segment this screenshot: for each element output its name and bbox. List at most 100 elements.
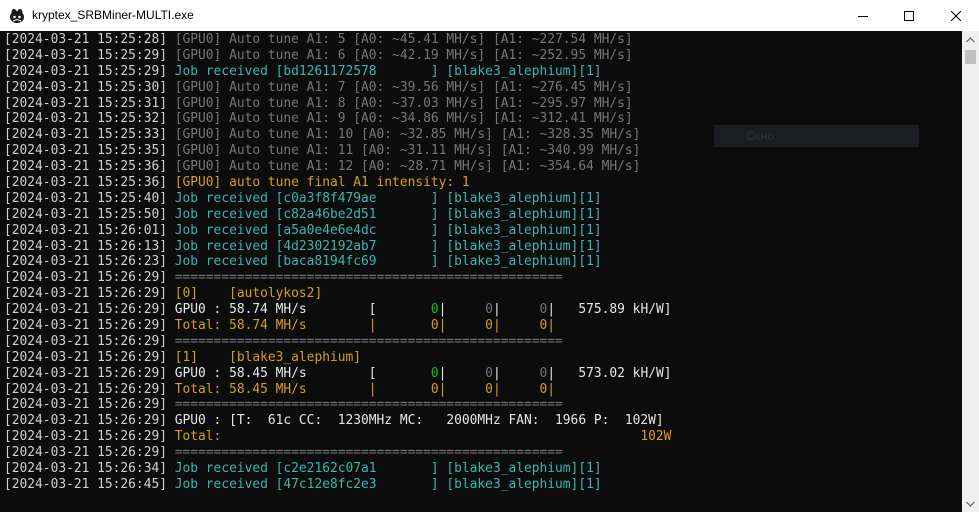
console-line: [2024-03-21 15:25:31] [GPU0] Auto tune A… bbox=[4, 96, 672, 112]
console-line: [2024-03-21 15:25:28] [GPU0] Auto tune A… bbox=[4, 32, 672, 48]
console-line: [2024-03-21 15:25:30] [GPU0] Auto tune A… bbox=[4, 80, 672, 96]
log-text: Job received [bd1261172578 ] [blake3_ale… bbox=[174, 63, 602, 79]
log-text: Job received [c82a46be2d51 ] [blake3_ale… bbox=[174, 206, 602, 222]
console-line: [2024-03-21 15:25:50] Job received [c82a… bbox=[4, 207, 672, 223]
console-line: [2024-03-21 15:26:29] Total: 58.74 MH/s … bbox=[4, 318, 672, 334]
log-text: [GPU0] Auto tune A1: 11 [A0: ~31.11 MH/s… bbox=[174, 143, 641, 159]
console-output[interactable]: [2024-03-21 15:25:28] [GPU0] Auto tune A… bbox=[0, 31, 962, 512]
close-button[interactable] bbox=[933, 0, 979, 31]
log-timestamp: [2024-03-21 15:25:36] bbox=[4, 175, 175, 191]
log-text: [GPU0] Auto tune A1: 8 [A0: ~37.03 MH/s]… bbox=[174, 95, 633, 111]
console-line: [2024-03-21 15:26:34] Job received [c2e2… bbox=[4, 461, 672, 477]
log-text: | bbox=[492, 365, 540, 381]
log-timestamp: [2024-03-21 15:26:13] bbox=[4, 238, 175, 254]
close-icon bbox=[951, 10, 961, 21]
console-line: [2024-03-21 15:25:29] Job received [bd12… bbox=[4, 64, 672, 80]
log-text: Total: 58.45 MH/s | 0| 0| 0| bbox=[174, 381, 556, 397]
console-line: [2024-03-21 15:25:29] [GPU0] Auto tune A… bbox=[4, 48, 672, 64]
log-text: 0 bbox=[430, 302, 439, 318]
log-timestamp: [2024-03-21 15:25:30] bbox=[4, 79, 175, 95]
vertical-scrollbar[interactable] bbox=[962, 31, 979, 512]
log-text: ========================================… bbox=[174, 333, 563, 349]
log-text: GPU0 : 58.74 MH/s [ bbox=[174, 302, 431, 318]
log-timestamp: [2024-03-21 15:26:29] bbox=[4, 318, 175, 334]
console-line: [2024-03-21 15:26:23] Job received [baca… bbox=[4, 254, 672, 270]
console-line: [2024-03-21 15:26:29] GPU0 : 58.45 MH/s … bbox=[4, 366, 672, 382]
scrollbar-thumb[interactable] bbox=[965, 50, 976, 64]
log-timestamp: [2024-03-21 15:26:34] bbox=[4, 461, 175, 477]
log-text: [GPU0] auto tune final A1 intensity: 1 bbox=[174, 175, 470, 191]
log-timestamp: [2024-03-21 15:25:31] bbox=[4, 95, 175, 111]
scroll-down-button[interactable] bbox=[962, 495, 979, 512]
log-text: | 573.02 kH/W] bbox=[547, 365, 672, 381]
log-text: | bbox=[492, 302, 540, 318]
log-timestamp: [2024-03-21 15:26:01] bbox=[4, 222, 175, 238]
log-timestamp: [2024-03-21 15:26:29] bbox=[4, 270, 175, 286]
log-timestamp: [2024-03-21 15:26:29] bbox=[4, 286, 175, 302]
chevron-down-icon bbox=[966, 501, 975, 507]
log-text: Job received [c0a3f8f479ae ] [blake3_ale… bbox=[174, 190, 602, 206]
log-text: [GPU0] Auto tune A1: 5 [A0: ~45.41 MH/s]… bbox=[174, 32, 633, 47]
chevron-up-icon bbox=[966, 36, 975, 42]
log-text: Job received [4d2302192ab7 ] [blake3_ale… bbox=[174, 238, 602, 254]
log-timestamp: [2024-03-21 15:26:29] bbox=[4, 365, 175, 381]
log-text: [GPU0] Auto tune A1: 9 [A0: ~34.86 MH/s]… bbox=[174, 111, 633, 127]
console-line: [2024-03-21 15:26:29] ==================… bbox=[4, 445, 672, 461]
log-text: ========================================… bbox=[174, 270, 563, 286]
log-text: Job received [a5a0e4e6e4dc ] [blake3_ale… bbox=[174, 222, 602, 238]
log-timestamp: [2024-03-21 15:26:29] bbox=[4, 413, 175, 429]
maximize-button[interactable] bbox=[886, 0, 932, 31]
log-text: 0 bbox=[430, 365, 439, 381]
log-timestamp: [2024-03-21 15:26:29] bbox=[4, 397, 175, 413]
title-bar[interactable]: kryptex_SRBMiner-MULTI.exe bbox=[0, 0, 979, 32]
scroll-up-button[interactable] bbox=[962, 31, 979, 48]
log-timestamp: [2024-03-21 15:25:36] bbox=[4, 159, 175, 175]
log-timestamp: [2024-03-21 15:25:32] bbox=[4, 111, 175, 127]
log-timestamp: [2024-03-21 15:25:40] bbox=[4, 190, 175, 206]
console-line: [2024-03-21 15:26:29] Total: 58.45 MH/s … bbox=[4, 382, 672, 398]
log-text: | 575.89 kH/W] bbox=[547, 302, 672, 318]
console-line: [2024-03-21 15:25:36] [GPU0] auto tune f… bbox=[4, 175, 672, 191]
app-icon bbox=[10, 9, 24, 23]
log-timestamp: [2024-03-21 15:25:33] bbox=[4, 127, 175, 143]
log-timestamp: [2024-03-21 15:26:29] bbox=[4, 381, 175, 397]
log-text: 0 bbox=[485, 365, 493, 381]
log-timestamp: [2024-03-21 15:25:50] bbox=[4, 206, 175, 222]
log-text: Job received [47c12e8fc2e3 ] [blake3_ale… bbox=[174, 476, 602, 492]
console-line: [2024-03-21 15:25:40] Job received [c0a3… bbox=[4, 191, 672, 207]
console-line: [2024-03-21 15:26:29] GPU0 : [T: 61c CC:… bbox=[4, 413, 672, 429]
log-text: Total: 102W bbox=[174, 429, 672, 445]
console-line: [2024-03-21 15:26:29] Total: 102W bbox=[4, 429, 672, 445]
log-text: GPU0 : 58.45 MH/s [ bbox=[174, 365, 431, 381]
log-text: | bbox=[438, 365, 486, 381]
log-text: [GPU0] Auto tune A1: 10 [A0: ~32.85 MH/s… bbox=[174, 127, 641, 143]
log-text: Total: 58.74 MH/s | 0| 0| 0| bbox=[174, 318, 556, 334]
log-text: [GPU0] Auto tune A1: 6 [A0: ~42.19 MH/s]… bbox=[174, 47, 633, 63]
log-timestamp: [2024-03-21 15:26:29] bbox=[4, 302, 175, 318]
console-line: [2024-03-21 15:26:29] [0] [autolykos2] bbox=[4, 286, 672, 302]
console-line: [2024-03-21 15:26:29] ==================… bbox=[4, 397, 672, 413]
console-line: [2024-03-21 15:25:35] [GPU0] Auto tune A… bbox=[4, 143, 672, 159]
log-text: [0] [autolykos2] bbox=[174, 286, 323, 302]
log-text: GPU0 : [T: 61c CC: 1230MHz MC: 2000MHz F… bbox=[174, 413, 664, 429]
console-line: [2024-03-21 15:26:01] Job received [a5a0… bbox=[4, 223, 672, 239]
console-line: [2024-03-21 15:26:29] GPU0 : 58.74 MH/s … bbox=[4, 302, 672, 318]
log-timestamp: [2024-03-21 15:25:29] bbox=[4, 47, 175, 63]
log-text: [GPU0] Auto tune A1: 7 [A0: ~39.56 MH/s]… bbox=[174, 79, 633, 95]
log-timestamp: [2024-03-21 15:26:23] bbox=[4, 254, 175, 270]
console-line: [2024-03-21 15:26:45] Job received [47c1… bbox=[4, 477, 672, 493]
log-text: | bbox=[438, 302, 486, 318]
log-timestamp: [2024-03-21 15:26:45] bbox=[4, 476, 175, 492]
log-timestamp: [2024-03-21 15:25:28] bbox=[4, 32, 175, 47]
console-line: [2024-03-21 15:26:29] ==================… bbox=[4, 270, 672, 286]
maximize-icon bbox=[904, 10, 914, 21]
window-title: kryptex_SRBMiner-MULTI.exe bbox=[32, 8, 194, 22]
console-line: [2024-03-21 15:26:13] Job received [4d23… bbox=[4, 239, 672, 255]
log-timestamp: [2024-03-21 15:25:29] bbox=[4, 63, 175, 79]
log-timestamp: [2024-03-21 15:25:35] bbox=[4, 143, 175, 159]
overlay-window-label: Окно bbox=[714, 125, 919, 147]
log-text: [1] [blake3_alephium] bbox=[174, 349, 362, 365]
log-text: Job received [baca8194fc69 ] [blake3_ale… bbox=[174, 254, 602, 270]
console-line: [2024-03-21 15:25:33] [GPU0] Auto tune A… bbox=[4, 127, 672, 143]
minimize-button[interactable] bbox=[840, 0, 886, 31]
